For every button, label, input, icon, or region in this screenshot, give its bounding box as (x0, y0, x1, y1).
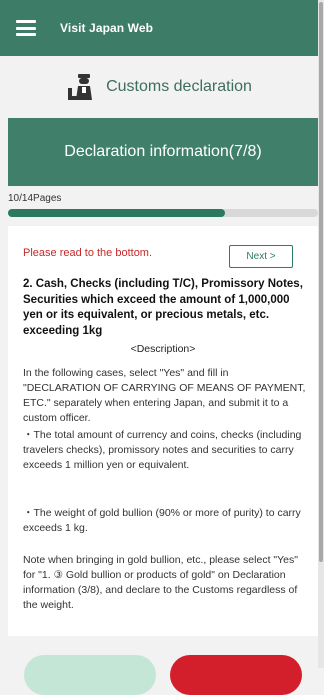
read-bottom-notice: Please read to the bottom. (23, 247, 153, 259)
declaration-step-title: Declaration information(7/8) (8, 118, 318, 186)
progress-bar-fill (8, 209, 225, 217)
scrollbar-thumb[interactable] (319, 2, 323, 562)
customs-officer-icon (68, 74, 93, 100)
paragraph-gold-note: Note when bringing in gold bullion, etc.… (23, 554, 298, 611)
confirm-button[interactable] (170, 655, 302, 695)
paragraph-gold-weight: ・The weight of gold bullion (90% or more… (23, 507, 301, 534)
section-title: Customs declaration (106, 78, 252, 95)
paragraph-currency: ・The total amount of currency and coins,… (23, 429, 302, 471)
page-counter: 10/14Pages (8, 193, 62, 204)
app-header: Visit Japan Web (0, 0, 318, 56)
back-button[interactable] (24, 655, 156, 695)
progress-bar (8, 209, 318, 217)
description-title: <Description> (130, 343, 196, 355)
content-card: Please read to the bottom. Next > 2. Cas… (8, 226, 318, 636)
item-heading: 2. Cash, Checks (including T/C), Promiss… (23, 278, 303, 337)
next-button[interactable]: Next > (229, 245, 293, 268)
section-header: Customs declaration (0, 56, 318, 118)
page-scrollbar[interactable] (318, 0, 324, 668)
paragraph-intro: In the following cases, select "Yes" and… (23, 367, 306, 424)
app-title: Visit Japan Web (60, 21, 154, 35)
menu-icon[interactable] (16, 20, 36, 36)
